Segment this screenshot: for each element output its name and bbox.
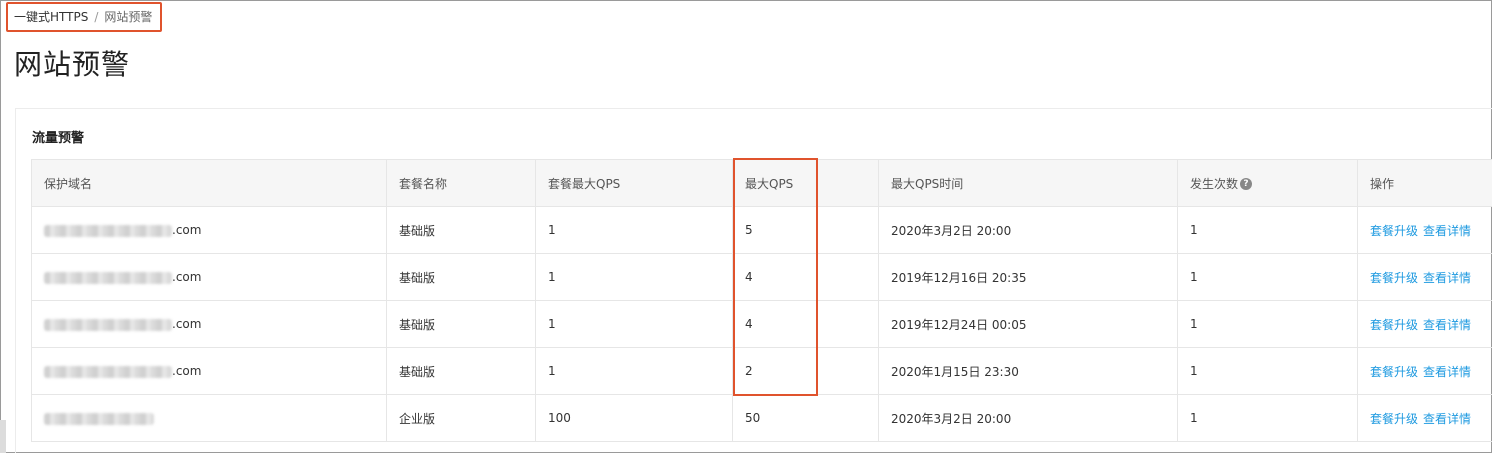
blurred-domain [44,318,172,331]
domain-cell: .com [31,253,387,301]
actions-cell: 套餐升级 查看详情 [1357,253,1492,301]
traffic-alert-panel: 流量预警 保护域名 套餐名称 套餐最大QPS 最大QPS 最大QPS时间 发生次… [15,108,1492,453]
plan-cell: 基础版 [386,206,536,254]
plan-max-qps-cell: 1 [535,347,733,395]
breadcrumb-current: 网站预警 [104,10,153,24]
blurred-domain [44,412,154,425]
blurred-domain [44,224,172,237]
upgrade-plan-link[interactable]: 套餐升级 [1370,318,1418,332]
plan-max-qps-cell: 1 [535,300,733,348]
plan-max-qps-cell: 1 [535,253,733,301]
domain-suffix: .com [172,317,202,331]
domain-cell: .com [31,300,387,348]
upgrade-plan-link[interactable]: 套餐升级 [1370,365,1418,379]
actions-cell: 套餐升级 查看详情 [1357,300,1492,348]
scrollbar-edge [0,420,6,453]
col-count-label: 发生次数 [1190,176,1239,191]
table-row: 企业版 100 50 2020年3月2日 20:00 1 套餐升级 查看详情 [31,394,1492,442]
breadcrumb: 一键式HTTPS / 网站预警 [6,2,162,32]
max-qps-cell: 2 [732,347,879,395]
domain-cell: .com [31,206,387,254]
view-details-link[interactable]: 查看详情 [1423,224,1471,238]
count-cell: 1 [1177,347,1358,395]
count-cell: 1 [1177,300,1358,348]
table-row: .com 基础版 1 5 2020年3月2日 20:00 1 套餐升级 查看详情 [31,206,1492,254]
max-qps-cell: 4 [732,300,879,348]
plan-cell: 基础版 [386,347,536,395]
help-icon[interactable]: ? [1240,178,1253,190]
domain-suffix: .com [172,364,202,378]
plan-cell: 基础版 [386,300,536,348]
domain-cell [31,394,387,442]
max-qps-time-cell: 2019年12月16日 20:35 [878,253,1178,301]
col-max-qps-time: 最大QPS时间 [878,159,1178,207]
col-actions: 操作 [1357,159,1492,207]
col-max-qps: 最大QPS [732,159,879,207]
upgrade-plan-link[interactable]: 套餐升级 [1370,412,1418,426]
count-cell: 1 [1177,394,1358,442]
max-qps-time-cell: 2020年3月2日 20:00 [878,394,1178,442]
plan-cell: 企业版 [386,394,536,442]
max-qps-time-cell: 2020年1月15日 23:30 [878,347,1178,395]
domain-cell: .com [31,347,387,395]
plan-max-qps-cell: 1 [535,206,733,254]
table-row: .com 基础版 1 4 2019年12月24日 00:05 1 套餐升级 查看详… [31,300,1492,348]
view-details-link[interactable]: 查看详情 [1423,412,1471,426]
count-cell: 1 [1177,253,1358,301]
max-qps-cell: 50 [732,394,879,442]
traffic-alert-table: 保护域名 套餐名称 套餐最大QPS 最大QPS 最大QPS时间 发生次数? 操作… [31,159,1492,442]
plan-cell: 基础版 [386,253,536,301]
max-qps-time-cell: 2020年3月2日 20:00 [878,206,1178,254]
actions-cell: 套餐升级 查看详情 [1357,347,1492,395]
domain-suffix: .com [172,270,202,284]
view-details-link[interactable]: 查看详情 [1423,318,1471,332]
table-header-row: 保护域名 套餐名称 套餐最大QPS 最大QPS 最大QPS时间 发生次数? 操作 [31,159,1492,207]
upgrade-plan-link[interactable]: 套餐升级 [1370,224,1418,238]
blurred-domain [44,365,172,378]
domain-suffix: .com [172,223,202,237]
table-row: .com 基础版 1 4 2019年12月16日 20:35 1 套餐升级 查看详… [31,253,1492,301]
panel-title: 流量预警 [32,131,85,146]
breadcrumb-root-link[interactable]: 一键式HTTPS [14,10,88,24]
upgrade-plan-link[interactable]: 套餐升级 [1370,271,1418,285]
col-count: 发生次数? [1177,159,1358,207]
max-qps-cell: 5 [732,206,879,254]
col-plan-max-qps: 套餐最大QPS [535,159,733,207]
page-title: 网站预警 [14,48,131,81]
view-details-link[interactable]: 查看详情 [1423,271,1471,285]
plan-max-qps-cell: 100 [535,394,733,442]
breadcrumb-separator: / [94,10,99,24]
view-details-link[interactable]: 查看详情 [1423,365,1471,379]
col-domain: 保护域名 [31,159,387,207]
max-qps-time-cell: 2019年12月24日 00:05 [878,300,1178,348]
count-cell: 1 [1177,206,1358,254]
max-qps-cell: 4 [732,253,879,301]
col-plan: 套餐名称 [386,159,536,207]
blurred-domain [44,271,172,284]
actions-cell: 套餐升级 查看详情 [1357,394,1492,442]
actions-cell: 套餐升级 查看详情 [1357,206,1492,254]
table-row: .com 基础版 1 2 2020年1月15日 23:30 1 套餐升级 查看详情 [31,347,1492,395]
